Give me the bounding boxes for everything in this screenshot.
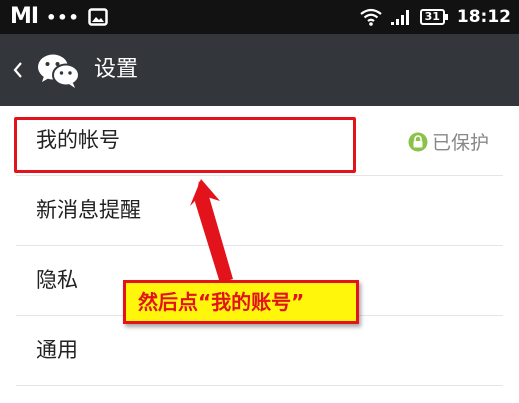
wifi-icon <box>359 8 382 26</box>
battery-icon: 31 <box>419 9 449 25</box>
annotation-highlight-box <box>14 117 356 173</box>
account-protection-status: 已保护 <box>408 128 489 155</box>
more-dots: ••• <box>46 7 80 27</box>
status-right: 31 18:12 <box>359 6 511 28</box>
settings-item-label: 新消息提醒 <box>36 198 141 222</box>
protection-status-text: 已保护 <box>431 132 489 154</box>
settings-item-label: 通用 <box>36 338 78 362</box>
settings-item-general[interactable]: 通用 <box>16 316 503 386</box>
signal-icon <box>390 10 409 25</box>
annotation-callout: 然后点“我的账号” <box>123 280 359 324</box>
title-bar: 设置 <box>0 34 519 106</box>
page-title: 设置 <box>94 57 139 82</box>
wechat-logo-icon <box>38 54 80 88</box>
settings-item-label: 隐私 <box>36 268 78 292</box>
status-bar: MI ••• 31 18:12 <box>0 0 519 34</box>
lock-icon <box>408 132 428 151</box>
status-left: MI ••• <box>10 6 108 28</box>
image-notification-icon <box>88 8 108 26</box>
mi-logo: MI <box>10 4 39 29</box>
back-chevron-icon[interactable] <box>10 59 26 81</box>
clock: 18:12 <box>456 7 511 27</box>
settings-item-new-message-alerts[interactable]: 新消息提醒 <box>16 176 503 246</box>
